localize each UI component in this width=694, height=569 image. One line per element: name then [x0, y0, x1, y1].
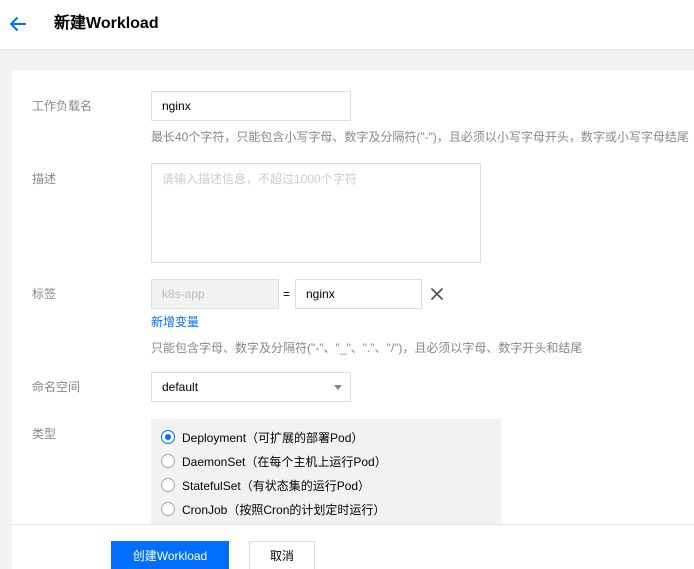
tag-value-input[interactable]: [295, 279, 422, 309]
description-textarea[interactable]: [151, 163, 481, 263]
create-workload-button[interactable]: 创建Workload: [111, 541, 229, 569]
namespace-select[interactable]: default: [151, 372, 351, 402]
tag-key-input: [151, 279, 279, 309]
description-label: 描述: [32, 172, 57, 186]
radio-label: CronJob（按照Cron的计划定时运行）: [182, 502, 386, 517]
tags-label: 标签: [32, 287, 57, 301]
radio-label: StatefulSet（有状态集的运行Pod）: [182, 478, 371, 493]
radio-unchecked-icon[interactable]: [161, 502, 175, 516]
radio-option-deployment[interactable]: Deployment（可扩展的部署Pod）: [161, 428, 363, 446]
arrow-left-icon[interactable]: [8, 14, 28, 34]
radio-unchecked-icon[interactable]: [161, 478, 175, 492]
page-title: 新建Workload: [54, 15, 159, 32]
radio-option-cronjob[interactable]: CronJob（按照Cron的计划定时运行）: [161, 500, 385, 518]
close-icon[interactable]: [429, 286, 445, 302]
workload-name-label: 工作负载名: [32, 99, 93, 113]
radio-option-statefulset[interactable]: StatefulSet（有状态集的运行Pod）: [161, 476, 370, 494]
chevron-down-icon: [334, 385, 342, 390]
workload-name-hint: 最长40个字符，只能包含小写字母、数字及分隔符("-")，且必须以小写字母开头，…: [151, 130, 689, 144]
type-radio-group: Deployment（可扩展的部署Pod） DaemonSet（在每个主机上运行…: [151, 419, 501, 525]
radio-checked-icon[interactable]: [161, 430, 175, 444]
tags-hint: 只能包含字母、数字及分隔符("-"、"_"、"."、"/")，且必须以字母、数字…: [151, 341, 583, 355]
radio-option-daemonset[interactable]: DaemonSet（在每个主机上运行Pod）: [161, 452, 387, 470]
page-header: 新建Workload: [0, 0, 694, 50]
type-label: 类型: [32, 427, 57, 441]
namespace-selected-value: default: [162, 380, 199, 394]
workload-name-input[interactable]: [151, 91, 351, 121]
cancel-button[interactable]: 取消: [249, 541, 315, 569]
radio-label: DaemonSet（在每个主机上运行Pod）: [182, 454, 387, 469]
namespace-label: 命名空间: [32, 380, 81, 394]
add-variable-link[interactable]: 新增变量: [151, 314, 199, 330]
radio-unchecked-icon[interactable]: [161, 454, 175, 468]
radio-label: Deployment（可扩展的部署Pod）: [182, 430, 364, 445]
equals-sign: =: [283, 287, 291, 301]
